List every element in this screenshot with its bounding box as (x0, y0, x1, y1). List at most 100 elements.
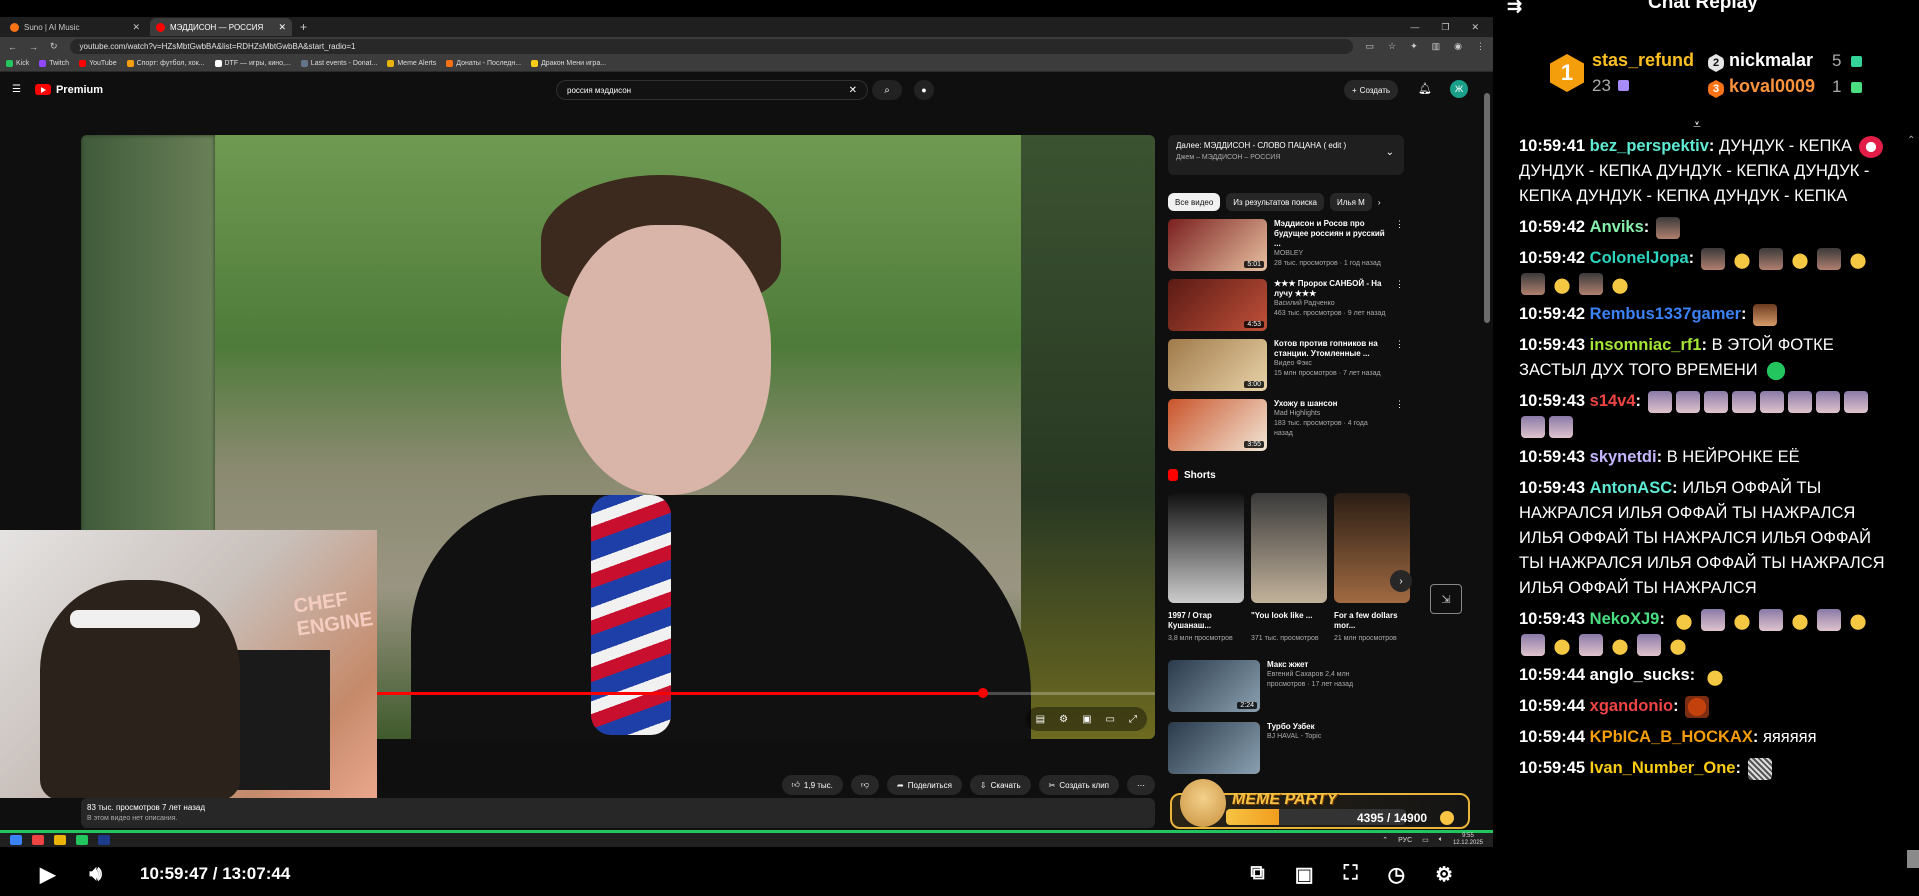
rec-item[interactable]: 5:01 Мэддисон и Росов про будущее россиян… (1168, 219, 1404, 271)
expand-leaderboard-icon[interactable]: ⩡ (1693, 116, 1701, 133)
yandex-icon[interactable] (32, 835, 44, 845)
url-field[interactable]: youtube.com/watch?v=HZsMbtGwbBA&list=RDH… (69, 39, 1354, 54)
minimize-icon[interactable]: — (1410, 22, 1419, 33)
close-window-icon[interactable]: ✕ (1471, 22, 1479, 33)
description-box[interactable]: 83 тыс. просмотров 7 лет назад В этом ви… (81, 798, 1155, 828)
rec-title[interactable]: ★★★ Пророк САНБОЙ - На лучу ★★★ (1274, 279, 1388, 299)
bookmark-item[interactable]: Спорт: футбол, хок... (126, 60, 205, 67)
folder-icon[interactable] (54, 835, 66, 845)
reload-icon[interactable]: ↻ (50, 41, 58, 52)
chip-author[interactable]: Илья М (1330, 193, 1372, 211)
short-title[interactable]: For a few dollars mor... (1334, 611, 1410, 631)
rec-title[interactable]: Макс жжет (1267, 660, 1387, 670)
youtube-logo[interactable]: Premium (34, 84, 103, 96)
rec-item[interactable]: 3:55 Ухожу в шансон Mad Highlights 183 тыс.… (1168, 399, 1404, 451)
windows-start-icon[interactable] (10, 835, 22, 845)
leader-name[interactable]: stas_refund (1592, 50, 1694, 71)
rec-item[interactable]: 3:00 Котов против гопников на станции. Ут… (1168, 339, 1404, 391)
rec-title[interactable]: Котов против гопников на станции. Утомле… (1274, 339, 1388, 359)
rec-channel[interactable]: MOBLEY (1274, 249, 1388, 259)
rec-title[interactable]: Турбо Узбек (1267, 722, 1387, 732)
profile-icon[interactable]: ◉ (1454, 41, 1462, 52)
short-thumbnail[interactable] (1251, 493, 1327, 603)
chat-username[interactable]: Anviks (1590, 218, 1644, 236)
close-tab-icon[interactable]: ✕ (278, 22, 286, 33)
rec-channel[interactable]: Видео Фэкс (1274, 359, 1388, 369)
rec-thumbnail[interactable] (1168, 722, 1260, 774)
more-icon[interactable]: ⋮ (1395, 279, 1404, 331)
subtitles-icon[interactable]: ▤ (1036, 714, 1045, 725)
rec-item[interactable]: 4:53 ★★★ Пророк САНБОЙ - На лучу ★★★ Васил… (1168, 279, 1404, 331)
chip-all[interactable]: Все видео (1168, 193, 1221, 211)
mic-button[interactable]: ● (914, 80, 934, 100)
short-title[interactable]: "You look like ... (1251, 611, 1327, 631)
bookmark-item[interactable]: Meme Alerts (387, 60, 436, 67)
miniplayer-icon[interactable]: ▣ (1082, 714, 1091, 725)
chat-scrollbar[interactable]: ⌃ (1905, 135, 1919, 875)
theater-icon[interactable]: ▣ (1295, 862, 1314, 887)
chrome-icon[interactable] (76, 835, 88, 845)
short-item[interactable]: "You look like ... 371 тыс. просмотров (1251, 493, 1327, 642)
rec-channel[interactable]: Mad Highlights (1274, 409, 1388, 419)
cast-icon[interactable]: ▭ (1106, 714, 1115, 725)
chevron-down-icon[interactable]: ⌄ (1386, 147, 1394, 158)
rec-thumbnail[interactable]: 2:24 (1168, 660, 1260, 712)
volume-icon[interactable]: 🔈︎ (1439, 836, 1443, 844)
bookmark-item[interactable]: Last events - Donat... (300, 60, 377, 67)
search-button[interactable]: ⌕ (872, 80, 902, 100)
rec-title[interactable]: Ухожу в шансон (1274, 399, 1388, 409)
bookmark-item[interactable]: Kick (6, 60, 29, 67)
clear-search-icon[interactable]: ✕ (849, 85, 857, 96)
dislike-button[interactable]: 👎︎ (850, 775, 880, 795)
leader-name[interactable]: nickmalar (1729, 50, 1813, 71)
back-icon[interactable]: ← (8, 42, 17, 52)
chevron-up-icon[interactable]: ⌃ (1382, 836, 1388, 844)
chat-username[interactable]: Ivan_Number_One (1590, 759, 1736, 777)
chat-username[interactable]: xgandonio (1590, 697, 1673, 715)
leader-name[interactable]: koval0009 (1729, 76, 1815, 97)
settings-icon[interactable]: ⚙ (1059, 714, 1068, 725)
new-tab-icon[interactable]: + (300, 20, 307, 34)
bookmark-item[interactable]: YouTube (79, 60, 117, 67)
clock[interactable]: 9:55 12.12.2025 (1453, 833, 1483, 847)
fullscreen-icon[interactable]: ⤢ (1129, 714, 1137, 725)
chat-username[interactable]: anglo_sucks (1590, 666, 1690, 684)
rec-item[interactable]: Турбо Узбек BJ HAVAL - Topic (1168, 722, 1404, 778)
download-button[interactable]: ⇩ Скачать (969, 775, 1031, 795)
more-icon[interactable]: ⋮ (1395, 219, 1404, 271)
cast-icon[interactable]: ▭ (1365, 41, 1374, 52)
share-button[interactable]: ➦ Поделиться (887, 775, 962, 795)
up-next-card[interactable]: Далее: МЭДДИСОН - СЛОВО ПАЦАНА ( edit ) … (1168, 135, 1404, 175)
close-tab-icon[interactable]: ✕ (132, 22, 140, 33)
star-icon[interactable]: ☆ (1388, 41, 1396, 52)
chat-username[interactable]: insomniac_rf1 (1590, 336, 1702, 354)
page-scrollbar-thumb[interactable] (1484, 93, 1490, 323)
bookmark-item[interactable]: Донаты - Последн... (446, 60, 521, 67)
fullscreen-icon[interactable]: ⛶ (1344, 862, 1358, 887)
play-icon[interactable]: ▶ (40, 862, 55, 887)
language-label[interactable]: РУС (1398, 837, 1412, 844)
chat-username[interactable]: NekoXJ9 (1590, 610, 1660, 628)
bell-icon[interactable]: 🔔︎ (1418, 82, 1432, 95)
search-input[interactable]: россия мэддисон ✕ (556, 80, 868, 100)
settings-icon[interactable]: ⚙ (1435, 862, 1453, 887)
network-icon[interactable]: ▭ (1422, 836, 1429, 844)
short-item[interactable]: 1997 / Отар Кушанаш... 3,8 млн просмотров (1168, 493, 1244, 642)
short-thumbnail[interactable] (1168, 493, 1244, 603)
rec-title[interactable]: Мэддисон и Росов про будущее россиян и р… (1274, 219, 1388, 249)
like-button[interactable]: 👍︎ 1,9 тыс. (781, 775, 843, 795)
chevron-right-icon[interactable]: › (1378, 198, 1381, 207)
tab-youtube[interactable]: МЭДДИСОН — РОССИЯ ✕ (150, 18, 292, 36)
short-title[interactable]: 1997 / Отар Кушанаш... (1168, 611, 1244, 631)
more-icon[interactable]: ⋮ (1395, 399, 1404, 451)
steam-icon[interactable] (98, 835, 110, 845)
puzzle-icon[interactable]: ✦ (1410, 41, 1418, 52)
rec-item[interactable]: 2:24 Макс жжет Евгений Сахаров 2,4 млн про… (1168, 660, 1404, 716)
rec-thumbnail[interactable]: 4:53 (1168, 279, 1267, 331)
scroll-up-icon[interactable]: ⌃ (1907, 135, 1915, 146)
hamburger-icon[interactable]: ☰ (12, 84, 21, 95)
chat-scrollbar-thumb[interactable] (1907, 850, 1919, 868)
chip-search[interactable]: Из результатов поиска (1226, 193, 1324, 211)
bookmark-item[interactable]: Twitch (39, 60, 69, 67)
rec-channel[interactable]: Василий Радченко (1274, 299, 1388, 309)
